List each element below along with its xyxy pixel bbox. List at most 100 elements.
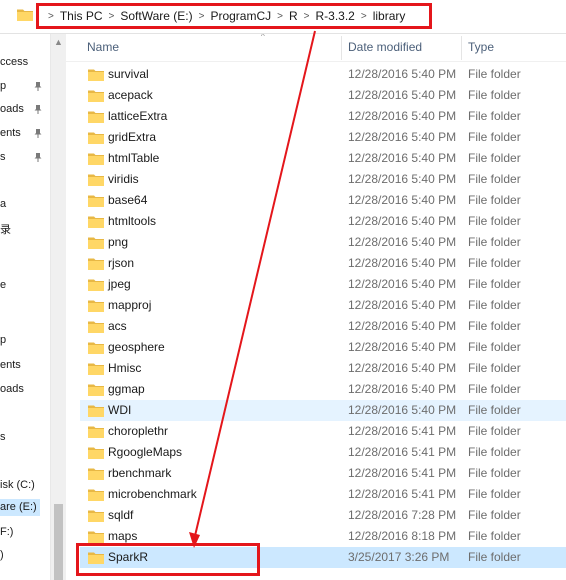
nav-item[interactable]: p (0, 80, 6, 92)
column-header-name[interactable]: Name (87, 40, 119, 54)
file-name[interactable]: mapproj (108, 298, 151, 312)
file-type: File folder (468, 319, 521, 333)
file-row[interactable]: acs 12/28/2016 5:40 PM File folder (80, 316, 566, 337)
scrollbar-thumb[interactable] (54, 504, 63, 580)
file-row[interactable]: jpeg 12/28/2016 5:40 PM File folder (80, 274, 566, 295)
nav-scrollbar[interactable]: ▲ (50, 34, 66, 580)
file-name[interactable]: jpeg (108, 277, 131, 291)
folder-icon (88, 237, 104, 249)
file-name[interactable]: rbenchmark (108, 466, 171, 480)
chevron-right-icon[interactable]: > (199, 11, 205, 22)
nav-item[interactable]: s (0, 431, 6, 443)
file-name[interactable]: htmltools (108, 214, 156, 228)
file-name[interactable]: RgoogleMaps (108, 445, 182, 459)
file-name[interactable]: viridis (108, 172, 139, 186)
file-row[interactable]: sqldf 12/28/2016 7:28 PM File folder (80, 505, 566, 526)
nav-item[interactable]: a (0, 198, 6, 210)
file-row[interactable]: viridis 12/28/2016 5:40 PM File folder (80, 169, 566, 190)
breadcrumb-item[interactable]: ProgramCJ (210, 9, 271, 23)
column-divider[interactable] (461, 36, 462, 60)
file-row[interactable]: htmlTable 12/28/2016 5:40 PM File folder (80, 148, 566, 169)
file-name[interactable]: survival (108, 67, 149, 81)
file-date-modified: 12/28/2016 7:28 PM (348, 508, 457, 522)
breadcrumb-item[interactable]: This PC (60, 9, 103, 23)
file-name[interactable]: acs (108, 319, 127, 333)
file-row[interactable]: rbenchmark 12/28/2016 5:41 PM File folder (80, 463, 566, 484)
breadcrumb-item[interactable]: SoftWare (E:) (120, 9, 192, 23)
file-name[interactable]: acepack (108, 88, 153, 102)
nav-item[interactable]: F:) (0, 526, 13, 538)
nav-item[interactable]: 录 (0, 221, 11, 237)
file-type: File folder (468, 382, 521, 396)
file-name[interactable]: base64 (108, 193, 147, 207)
pin-icon[interactable] (34, 129, 42, 138)
file-name[interactable]: htmlTable (108, 151, 159, 165)
file-name[interactable]: ggmap (108, 382, 145, 396)
nav-item[interactable]: ents (0, 127, 21, 139)
file-row[interactable]: mapproj 12/28/2016 5:40 PM File folder (80, 295, 566, 316)
file-name[interactable]: Hmisc (108, 361, 141, 375)
file-name[interactable]: sqldf (108, 508, 133, 522)
file-row[interactable]: png 12/28/2016 5:40 PM File folder (80, 232, 566, 253)
file-row[interactable]: choroplethr 12/28/2016 5:41 PM File folder (80, 421, 566, 442)
file-type: File folder (468, 151, 521, 165)
pin-icon[interactable] (34, 153, 42, 162)
file-name[interactable]: latticeExtra (108, 109, 167, 123)
nav-item[interactable]: s (0, 151, 6, 163)
breadcrumb-item[interactable]: R-3.3.2 (316, 9, 355, 23)
file-name[interactable]: WDI (108, 403, 131, 417)
nav-item[interactable]: ents (0, 359, 21, 371)
breadcrumb-item[interactable]: R (289, 9, 298, 23)
file-name[interactable]: rjson (108, 256, 134, 270)
file-row[interactable]: survival 12/28/2016 5:40 PM File folder (80, 64, 566, 85)
folder-icon (88, 153, 104, 165)
nav-item[interactable]: isk (C:) (0, 479, 35, 491)
breadcrumb-item[interactable]: library (373, 9, 406, 23)
chevron-right-icon[interactable]: > (109, 11, 115, 22)
file-row[interactable]: gridExtra 12/28/2016 5:40 PM File folder (80, 127, 566, 148)
file-date-modified: 12/28/2016 5:40 PM (348, 88, 457, 102)
file-name[interactable]: gridExtra (108, 130, 156, 144)
file-row[interactable]: acepack 12/28/2016 5:40 PM File folder (80, 85, 566, 106)
file-row[interactable]: microbenchmark 12/28/2016 5:41 PM File fol… (80, 484, 566, 505)
file-row[interactable]: latticeExtra 12/28/2016 5:40 PM File folde… (80, 106, 566, 127)
pin-icon[interactable] (34, 105, 42, 114)
file-row[interactable]: WDI 12/28/2016 5:40 PM File folder (80, 400, 566, 421)
file-name[interactable]: maps (108, 529, 137, 543)
file-row[interactable]: RgoogleMaps 12/28/2016 5:41 PM File folder (80, 442, 566, 463)
nav-item[interactable]: ccess (0, 56, 28, 68)
column-header-type[interactable]: Type (468, 40, 494, 54)
nav-item[interactable]: ) (0, 549, 4, 561)
scroll-up-icon[interactable]: ▲ (54, 37, 63, 47)
file-row[interactable]: Hmisc 12/28/2016 5:40 PM File folder (80, 358, 566, 379)
column-divider[interactable] (341, 36, 342, 60)
nav-item[interactable]: p (0, 334, 6, 346)
pin-icon[interactable] (34, 82, 42, 91)
chevron-right-icon[interactable]: > (277, 11, 283, 22)
file-name[interactable]: choroplethr (108, 424, 168, 438)
file-name[interactable]: microbenchmark (108, 487, 197, 501)
file-date-modified: 12/28/2016 5:41 PM (348, 445, 457, 459)
column-header-date[interactable]: Date modified (348, 40, 422, 54)
file-row[interactable]: base64 12/28/2016 5:40 PM File folder (80, 190, 566, 211)
breadcrumb[interactable]: > This PC > SoftWare (E:) > ProgramCJ > R > R-3.3… (36, 3, 432, 29)
file-date-modified: 12/28/2016 5:40 PM (348, 298, 457, 312)
nav-item[interactable]: oads (0, 383, 24, 395)
file-name[interactable]: geosphere (108, 340, 165, 354)
folder-icon (88, 510, 104, 522)
file-row[interactable]: rjson 12/28/2016 5:40 PM File folder (80, 253, 566, 274)
chevron-right-icon[interactable]: > (361, 11, 367, 22)
file-row[interactable]: geosphere 12/28/2016 5:40 PM File folder (80, 337, 566, 358)
file-type: File folder (468, 340, 521, 354)
chevron-right-icon[interactable]: > (48, 11, 54, 22)
file-row[interactable]: htmltools 12/28/2016 5:40 PM File folder (80, 211, 566, 232)
nav-item[interactable]: e (0, 279, 6, 291)
file-name[interactable]: png (108, 235, 128, 249)
nav-item[interactable]: are (E:) (0, 499, 40, 516)
file-row[interactable]: ggmap 12/28/2016 5:40 PM File folder (80, 379, 566, 400)
nav-item[interactable]: oads (0, 103, 24, 115)
folder-icon (88, 111, 104, 123)
file-type: File folder (468, 550, 521, 564)
chevron-right-icon[interactable]: > (304, 11, 310, 22)
folder-icon (88, 258, 104, 270)
